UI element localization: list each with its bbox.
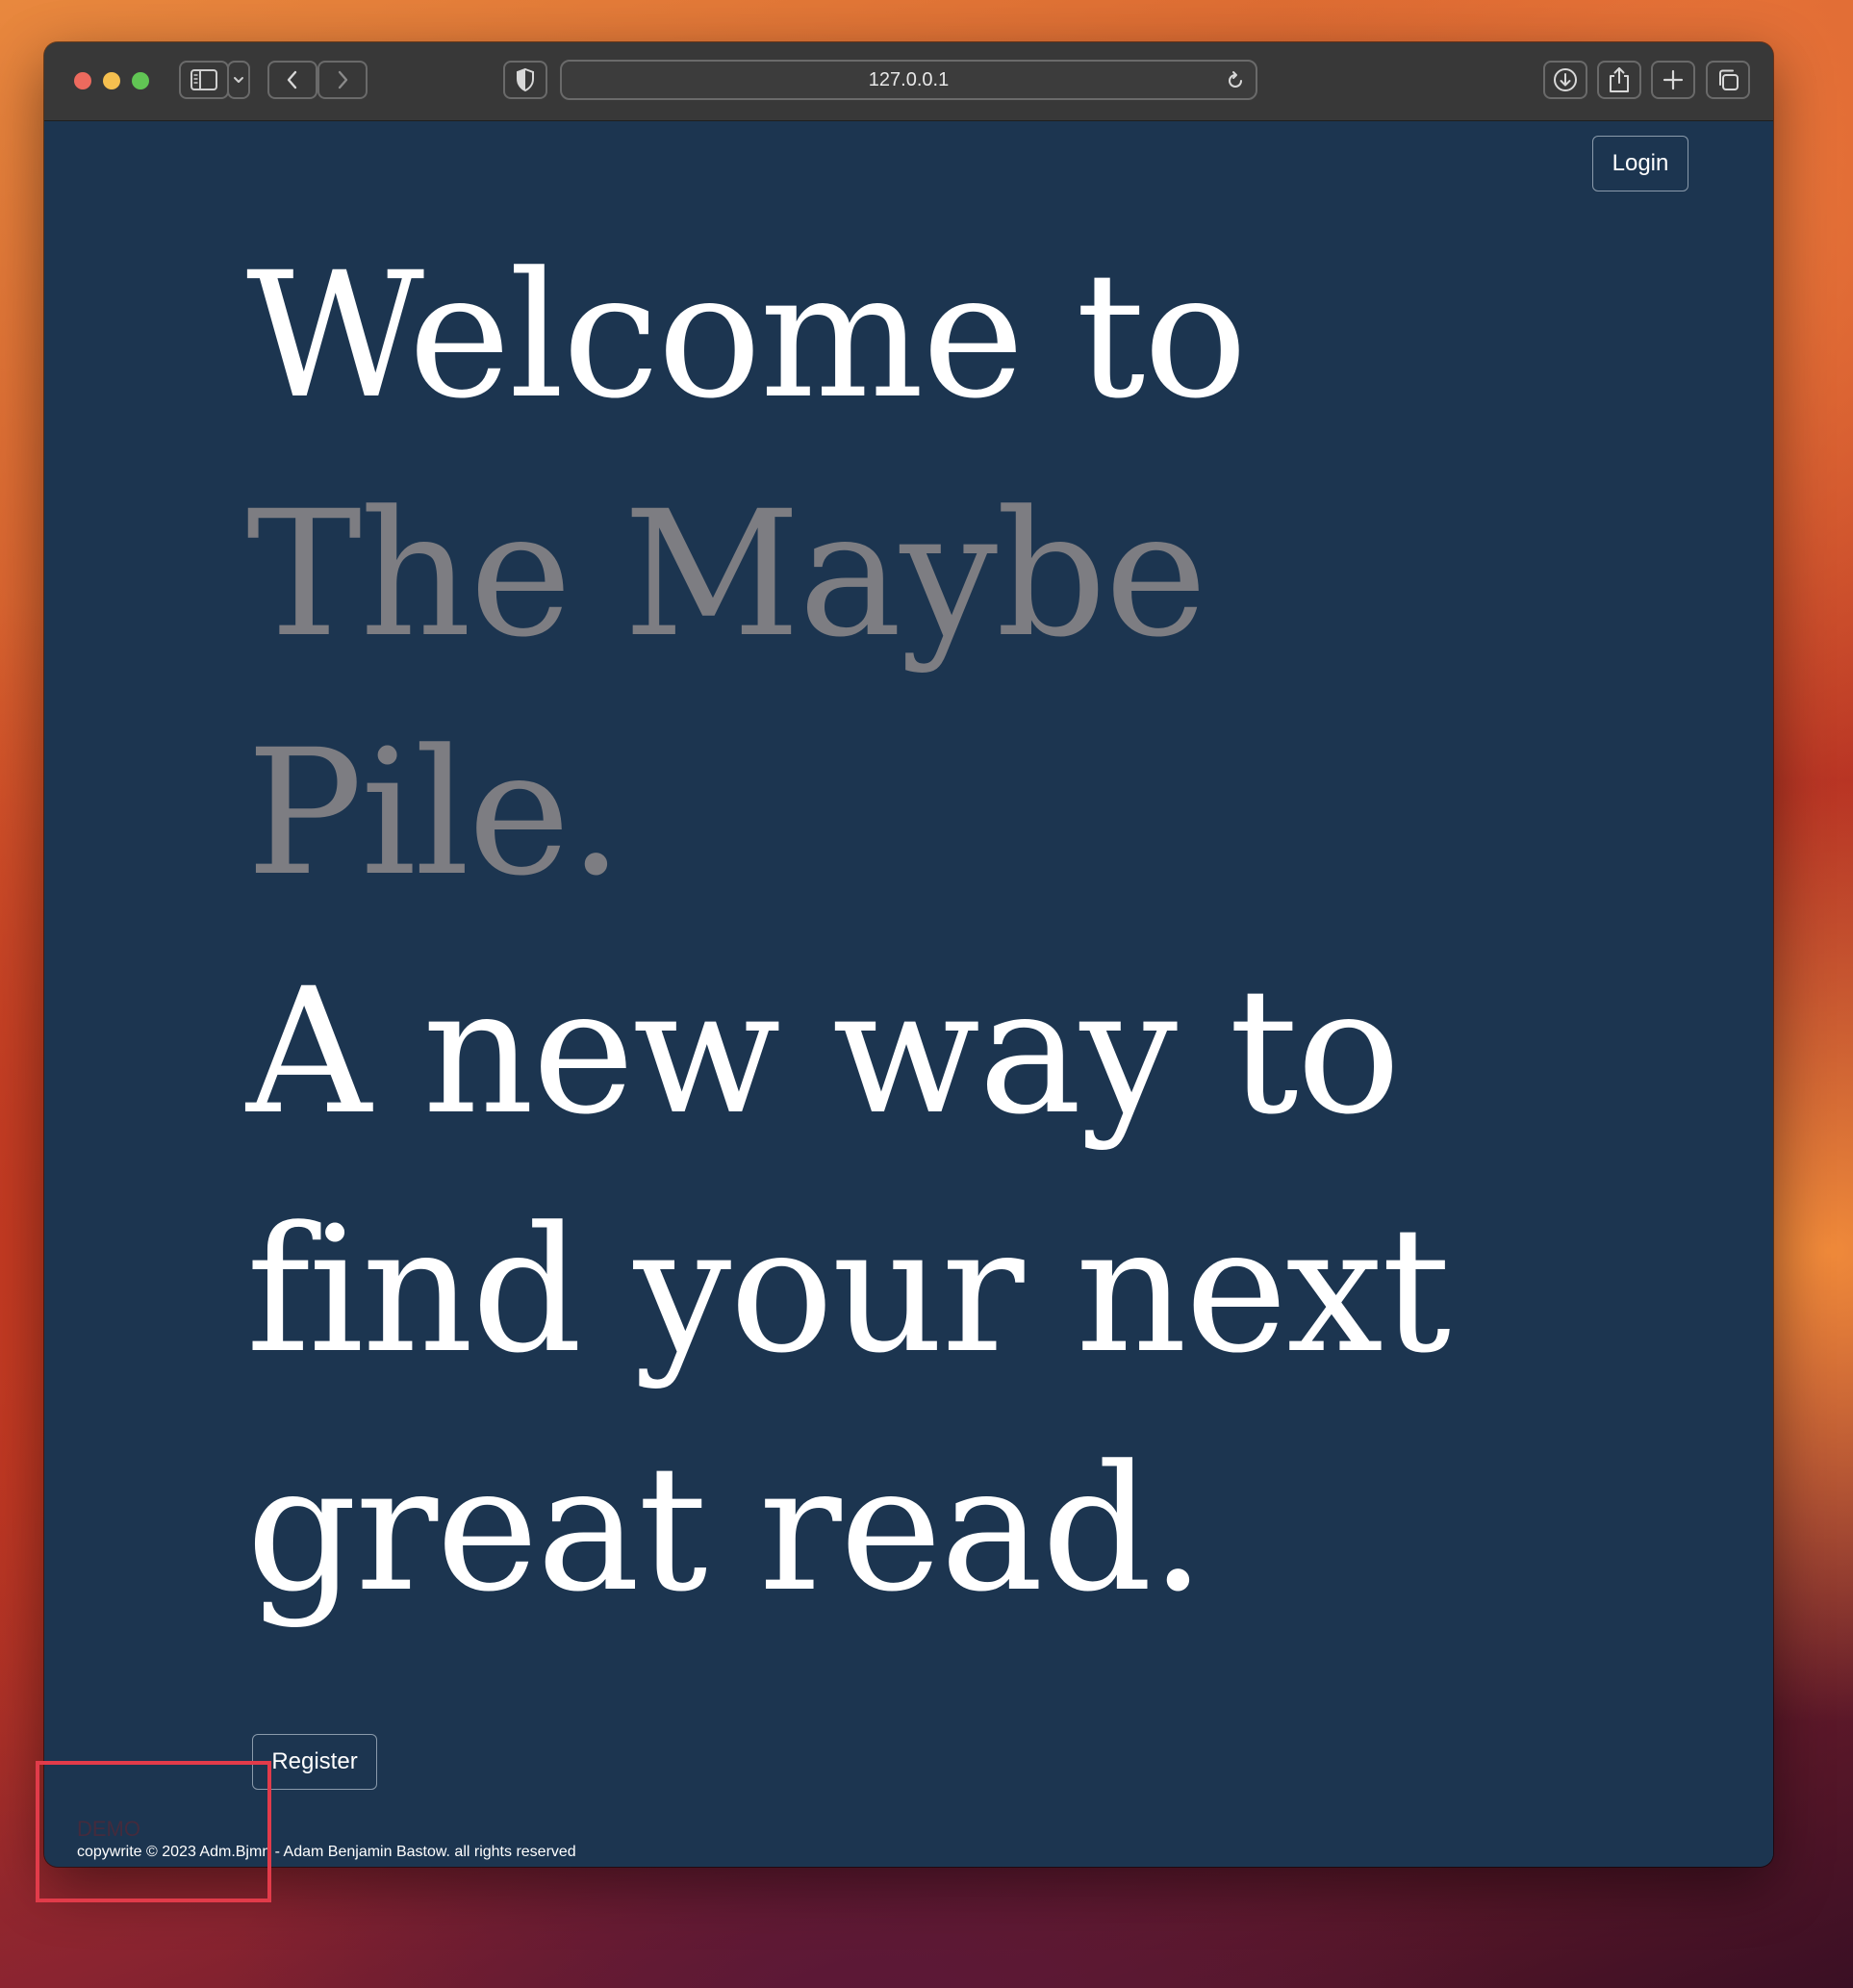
sidebar-icon bbox=[190, 69, 217, 90]
reload-icon[interactable] bbox=[1225, 70, 1246, 91]
page-content: Login Welcome to The Maybe Pile. A new w… bbox=[44, 121, 1773, 1867]
hero-line: Welcome to bbox=[246, 236, 1248, 437]
download-icon bbox=[1554, 68, 1577, 91]
share-icon bbox=[1610, 67, 1629, 92]
sidebar-toggle-button[interactable] bbox=[179, 61, 229, 99]
minimize-window-button[interactable] bbox=[103, 72, 120, 89]
chevron-right-icon bbox=[338, 70, 348, 89]
tab-overview-button[interactable] bbox=[1706, 61, 1750, 99]
hero-line: A new way to bbox=[246, 952, 1401, 1153]
chevron-left-icon bbox=[287, 70, 297, 89]
shield-icon bbox=[517, 67, 534, 92]
back-button[interactable] bbox=[267, 61, 317, 99]
annotation-highlight-box bbox=[36, 1761, 271, 1902]
sidebar-menu-button[interactable] bbox=[227, 61, 250, 99]
hero-highlight-line: The Maybe bbox=[246, 474, 1207, 675]
login-button[interactable]: Login bbox=[1592, 136, 1688, 191]
downloads-button[interactable] bbox=[1543, 61, 1587, 99]
privacy-report-button[interactable] bbox=[503, 61, 547, 99]
plus-icon bbox=[1663, 69, 1684, 90]
hero-highlight-line: Pile. bbox=[246, 713, 623, 914]
zoom-window-button[interactable] bbox=[132, 72, 149, 89]
tabs-icon bbox=[1719, 69, 1739, 90]
address-bar[interactable]: 127.0.0.1 bbox=[560, 60, 1257, 100]
close-window-button[interactable] bbox=[74, 72, 91, 89]
forward-button[interactable] bbox=[317, 61, 368, 99]
chevron-down-icon bbox=[234, 77, 243, 83]
browser-toolbar: 127.0.0.1 bbox=[44, 42, 1773, 121]
hero-heading: Welcome to The Maybe Pile. A new way to … bbox=[246, 217, 1593, 1649]
hero-line: find your next bbox=[246, 1190, 1451, 1391]
share-button[interactable] bbox=[1597, 61, 1641, 99]
browser-window: 127.0.0.1 Login Welcome to The Maybe Pil… bbox=[44, 42, 1773, 1867]
new-tab-button[interactable] bbox=[1651, 61, 1695, 99]
url-text: 127.0.0.1 bbox=[868, 68, 950, 90]
hero-line: great read. bbox=[246, 1429, 1206, 1630]
